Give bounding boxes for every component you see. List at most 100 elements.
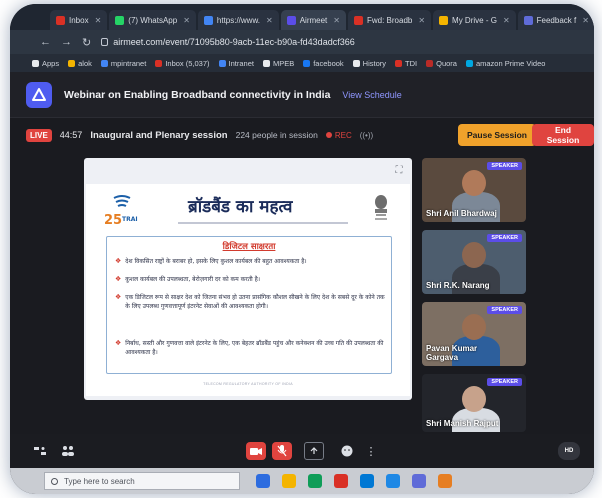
quality-hd-toggle[interactable]: HD — [558, 442, 580, 460]
close-icon[interactable]: ✕ — [183, 16, 190, 25]
tab-label: https://www. — [216, 15, 261, 25]
close-icon[interactable]: ✕ — [418, 16, 425, 25]
windows-taskbar: Type here to search — [10, 468, 594, 494]
bookmark-item[interactable]: Quora — [426, 59, 457, 68]
trai-logo-text: TRAI — [122, 216, 138, 223]
bullet-text: कुशल कार्यबल की उपलब्धता, बेरोज़गारी दर … — [125, 276, 261, 283]
url-text: airmeet.com/event/71095b80-9acb-11ec-b90… — [113, 37, 355, 47]
close-icon[interactable]: ✕ — [582, 16, 589, 25]
browser-tab[interactable]: Feedback f ✕ — [517, 10, 594, 30]
speaker-figure — [462, 386, 486, 412]
camera-off-icon[interactable] — [246, 442, 266, 460]
tab-label: My Drive - G — [452, 15, 497, 25]
airmeet-app: Webinar on Enabling Broadband connectivi… — [10, 72, 594, 468]
people-icon[interactable] — [60, 442, 76, 460]
browser-tab[interactable]: https://www. ✕ — [197, 10, 279, 30]
taskbar-app-icon[interactable] — [256, 474, 270, 488]
live-badge: LIVE — [26, 128, 52, 142]
taskbar-app-icon[interactable] — [438, 474, 452, 488]
bookmark-item[interactable]: Inbox (5,037) — [155, 59, 210, 68]
close-icon[interactable]: ✕ — [333, 16, 340, 25]
fullscreen-icon[interactable]: ⛶ — [392, 164, 406, 178]
close-icon[interactable]: ✕ — [95, 16, 102, 25]
close-icon[interactable]: ✕ — [503, 16, 510, 25]
bookmark-icon — [68, 59, 76, 67]
taskbar-search-box[interactable]: Type here to search — [44, 472, 240, 490]
rec-label: REC — [334, 130, 352, 140]
bookmark-item[interactable]: amazon Prime Video — [465, 58, 546, 68]
mic-off-icon[interactable] — [272, 442, 292, 460]
url-field[interactable]: airmeet.com/event/71095b80-9acb-11ec-b90… — [101, 37, 355, 47]
box-heading: डिजिटल साक्षरता — [222, 242, 276, 252]
signal-icon: ((•)) — [359, 130, 374, 140]
browser-tab[interactable]: Inbox ✕ — [50, 10, 108, 30]
bookmarks-bar: Apps alok mpintranet Inbox (5,037) Intranet M… — [10, 54, 594, 72]
bookmark-item[interactable]: MPEB — [262, 59, 294, 68]
view-schedule-link[interactable]: View Schedule — [342, 90, 401, 100]
close-icon[interactable]: ✕ — [266, 16, 273, 25]
bullet-item: ❖ कुशल कार्यबल की उपलब्धता, बेरोज़गारी दर… — [115, 275, 387, 284]
tab-label: Fwd: Broadb — [366, 15, 413, 25]
people-count: 224 people in session — [235, 130, 318, 140]
taskbar-app-icon[interactable] — [282, 474, 296, 488]
settings-icon[interactable] — [32, 442, 48, 460]
slide-title: ब्रॉडबैंड का महत्व — [188, 197, 293, 217]
pause-session-button[interactable]: Pause Session — [458, 124, 537, 146]
bullet-item: ❖ देश विकसित राष्ट्रों के बराबर हो, इसके … — [115, 257, 387, 266]
taskbar-app-icon[interactable] — [412, 474, 426, 488]
bookmark-item[interactable]: History — [352, 59, 386, 68]
forward-icon[interactable]: → — [61, 36, 72, 48]
bookmark-item[interactable]: Intranet — [218, 59, 254, 68]
photo-frame: Inbox ✕ (7) WhatsApp ✕ https://www. ✕ Airmeet ✕… — [10, 4, 594, 494]
reload-icon[interactable]: ↻ — [82, 36, 91, 49]
session-name: Inaugural and Plenary session — [90, 129, 228, 141]
bullet-text: देश विकसित राष्ट्रों के बराबर हो, इसके ल… — [125, 258, 307, 265]
event-title: Webinar on Enabling Broadband connectivi… — [64, 88, 331, 101]
trai-logo: 25 TRAI — [104, 195, 138, 228]
emoji-icon[interactable] — [340, 442, 354, 460]
bullet-item: ❖ निर्बाध, सस्ती और गुणवत्ता वाले इंटरनेट… — [115, 339, 387, 357]
bookmark-icon — [262, 59, 270, 67]
bookmark-item[interactable]: TDI — [395, 59, 417, 68]
speaker-badge: SPEAKER — [487, 234, 522, 242]
browser-tab[interactable]: (7) WhatsApp ✕ — [109, 10, 196, 30]
speaker-tile[interactable]: SPEAKER Shri R.K. Narang — [422, 230, 526, 294]
bookmark-item[interactable]: facebook — [303, 59, 344, 68]
session-bar: LIVE 44:57 Inaugural and Plenary session… — [10, 118, 594, 152]
speaker-tile[interactable]: SPEAKER Shri Anil Bhardwaj — [422, 158, 526, 222]
bookmark-item[interactable]: alok — [68, 59, 92, 68]
browser-tab-strip: Inbox ✕ (7) WhatsApp ✕ https://www. ✕ Airmeet ✕… — [10, 4, 594, 30]
speaker-name: Shri Manish Rajput — [426, 419, 499, 428]
control-bar: ⋮ HD — [10, 434, 594, 468]
bookmark-icon — [32, 59, 39, 67]
speaker-figure — [462, 242, 486, 268]
recording-indicator: REC — [325, 130, 352, 140]
back-icon[interactable]: ← — [40, 36, 51, 48]
speaker-badge: SPEAKER — [487, 378, 522, 386]
browser-tab[interactable]: Airmeet ✕ — [280, 10, 346, 30]
bookmark-icon — [218, 59, 226, 67]
tab-label: (7) WhatsApp — [128, 15, 178, 25]
screen-share-icon[interactable] — [304, 442, 324, 460]
taskbar-app-icon[interactable] — [386, 474, 400, 488]
bookmark-label: amazon Prime Video — [475, 58, 546, 68]
speaker-name: Shri Anil Bhardwaj — [426, 209, 497, 218]
diamond-bullet-icon: ❖ — [115, 257, 122, 265]
bookmark-item[interactable]: mpintranet — [100, 59, 146, 68]
svg-text:25: 25 — [104, 213, 122, 228]
taskbar-app-icon[interactable] — [308, 474, 322, 488]
bookmark-item[interactable]: Apps — [32, 59, 59, 68]
speaker-tile[interactable]: SPEAKER Shri Manish Rajput — [422, 374, 526, 432]
more-options-icon[interactable]: ⋮ — [366, 442, 377, 460]
taskbar-search-placeholder: Type here to search — [64, 476, 135, 486]
taskbar-app-icon[interactable] — [334, 474, 348, 488]
speaker-figure — [462, 170, 486, 196]
speaker-tile[interactable]: SPEAKER Pavan Kumar Gargava — [422, 302, 526, 366]
slide-footer: TELECOM REGULATORY AUTHORITY OF INDIA — [203, 382, 293, 386]
taskbar-app-icon[interactable] — [360, 474, 374, 488]
end-session-button[interactable]: End Session — [532, 124, 594, 146]
browser-tab[interactable]: My Drive - G ✕ — [433, 10, 516, 30]
bookmark-icon — [303, 59, 311, 67]
bookmark-label: Quora — [436, 58, 457, 68]
browser-tab[interactable]: Fwd: Broadb ✕ — [347, 10, 432, 30]
